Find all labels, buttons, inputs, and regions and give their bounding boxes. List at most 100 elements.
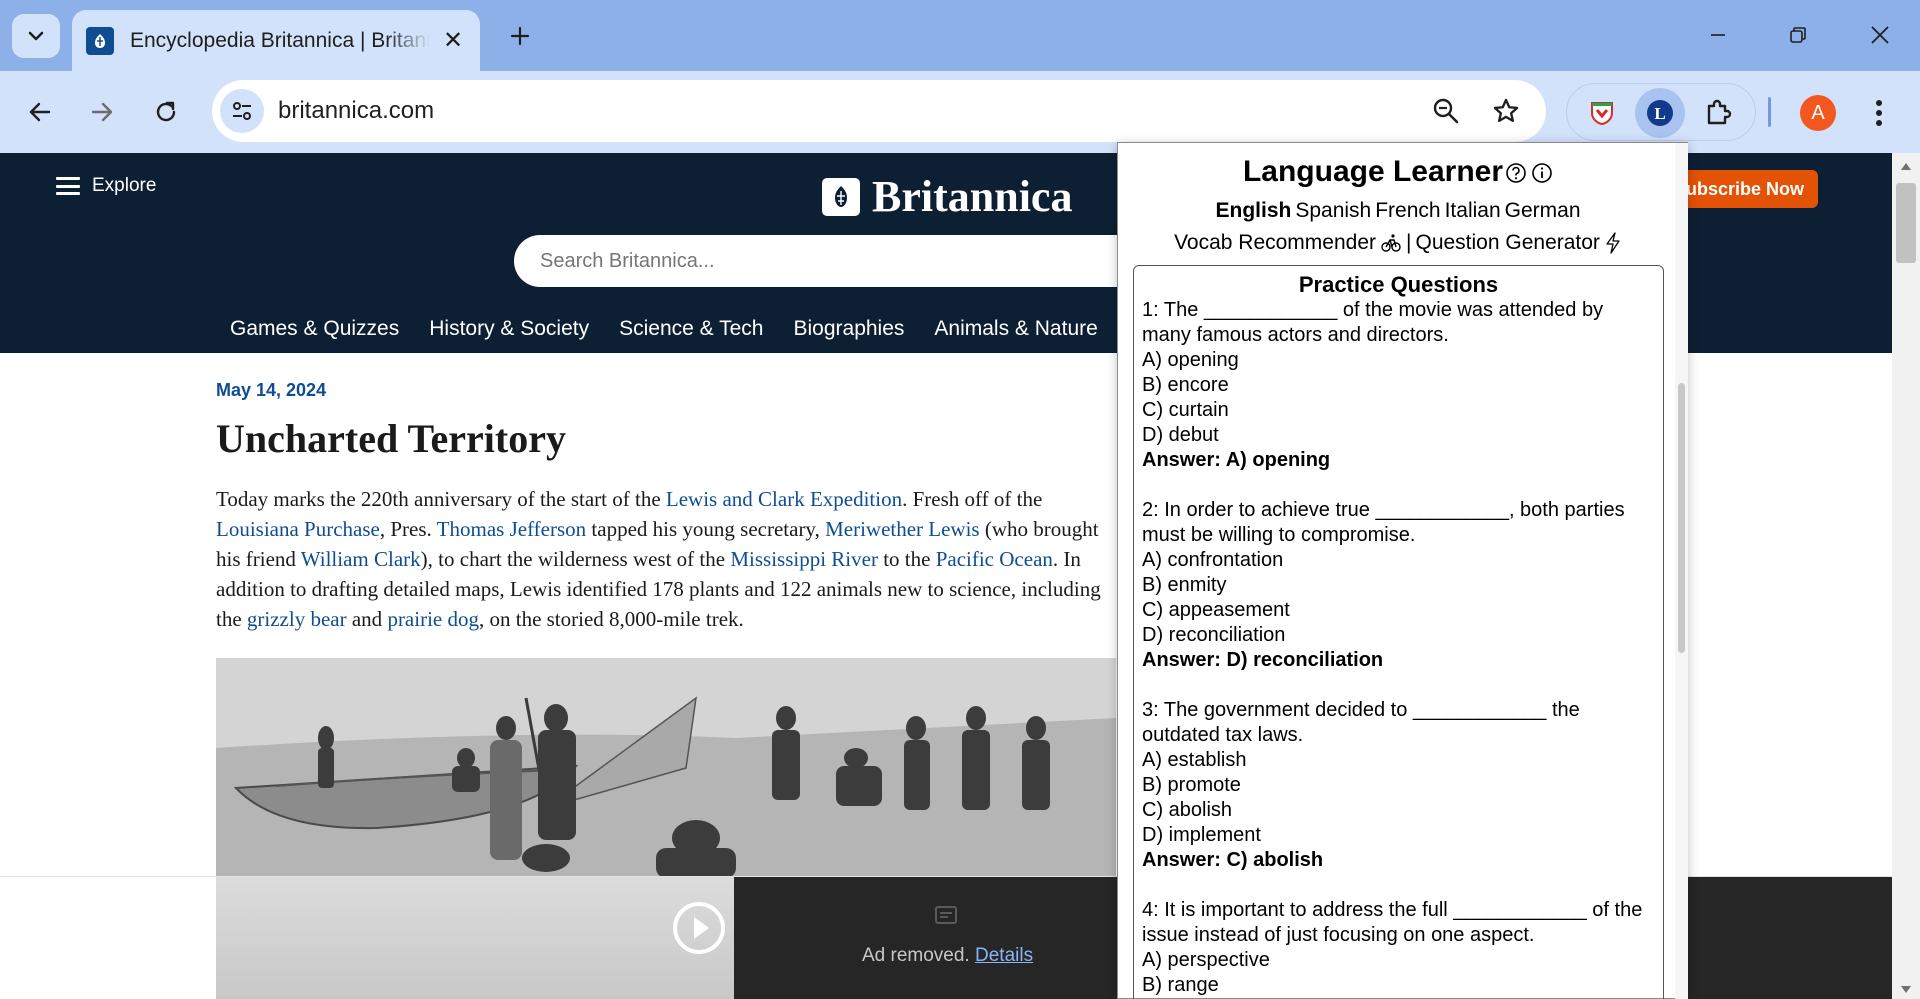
video-thumbnail[interactable] bbox=[216, 877, 734, 999]
nav-science-tech[interactable]: Science & Tech bbox=[619, 317, 763, 341]
tab-title: Encyclopedia Britannica | Britannica bbox=[130, 28, 430, 52]
page-scroll-thumb[interactable] bbox=[1896, 183, 1916, 263]
tab-close-icon[interactable]: ✕ bbox=[440, 26, 466, 55]
puzzle-icon bbox=[1707, 99, 1732, 125]
question-item: 1: The ____________ of the movie was att… bbox=[1142, 298, 1655, 473]
article-text: and bbox=[346, 607, 388, 631]
browser-menu-button[interactable] bbox=[1864, 91, 1894, 135]
answer-option[interactable]: A) confrontation bbox=[1142, 548, 1655, 573]
article-text: to the bbox=[877, 547, 936, 571]
language-option-french[interactable]: French bbox=[1375, 199, 1440, 222]
language-option-german[interactable]: German bbox=[1505, 199, 1581, 222]
article-link[interactable]: Lewis and Clark Expedition bbox=[666, 487, 902, 511]
answer-option[interactable]: B) range bbox=[1142, 973, 1655, 998]
answer-option[interactable]: B) promote bbox=[1142, 773, 1655, 798]
url-text[interactable]: britannica.com bbox=[278, 97, 434, 125]
reload-icon bbox=[156, 101, 176, 122]
reload-button[interactable] bbox=[142, 88, 190, 136]
popup-title-text: Language Learner bbox=[1242, 155, 1504, 188]
article-text: . Fresh off of the bbox=[902, 487, 1043, 511]
new-tab-button[interactable] bbox=[500, 14, 540, 58]
restore-icon bbox=[1790, 27, 1806, 43]
britannica-logo[interactable]: Britannica bbox=[822, 171, 1072, 222]
play-icon[interactable] bbox=[672, 901, 726, 955]
lightning-icon bbox=[1606, 232, 1620, 254]
info-icon[interactable] bbox=[1531, 162, 1553, 184]
page-scrollbar[interactable] bbox=[1892, 153, 1920, 999]
answer-option[interactable]: D) implement bbox=[1142, 823, 1655, 848]
popup-title: Language Learner bbox=[1118, 155, 1678, 189]
answer-option[interactable]: B) encore bbox=[1142, 373, 1655, 398]
answer-option[interactable]: C) curtain bbox=[1142, 398, 1655, 423]
site-search-input[interactable]: Search Britannica... bbox=[514, 235, 1154, 287]
answer-option[interactable]: A) establish bbox=[1142, 748, 1655, 773]
article-headline[interactable]: Uncharted Territory bbox=[216, 415, 1116, 462]
question-list: 1: The ____________ of the movie was att… bbox=[1142, 298, 1655, 998]
zoom-button[interactable] bbox=[1428, 93, 1464, 129]
language-option-italian[interactable]: Italian bbox=[1445, 199, 1501, 222]
explore-menu-button[interactable]: Explore bbox=[56, 175, 156, 197]
article-text: , on the storied 8,000-mile trek. bbox=[478, 607, 744, 631]
close-window-button[interactable] bbox=[1850, 10, 1910, 60]
scroll-up-icon[interactable] bbox=[1900, 161, 1912, 171]
shield-extension-button[interactable] bbox=[1577, 88, 1627, 138]
tune-icon bbox=[233, 102, 251, 120]
profile-avatar[interactable]: A bbox=[1800, 95, 1836, 131]
article-link[interactable]: William Clark bbox=[301, 547, 421, 571]
scroll-down-icon[interactable] bbox=[1900, 985, 1912, 995]
nav-games-quizzes[interactable]: Games & Quizzes bbox=[230, 317, 399, 341]
article-link[interactable]: Pacific Ocean bbox=[936, 547, 1053, 571]
arrow-left-icon bbox=[29, 102, 51, 122]
help-icon[interactable] bbox=[1505, 162, 1527, 184]
nav-history-society[interactable]: History & Society bbox=[429, 317, 589, 341]
question-generator-tab[interactable]: Question Generator bbox=[1415, 231, 1599, 255]
site-info-button[interactable] bbox=[220, 89, 264, 133]
answer-option[interactable]: A) perspective bbox=[1142, 948, 1655, 973]
tool-selector: Vocab Recommender | Question Generator bbox=[1118, 231, 1678, 255]
forward-button[interactable] bbox=[78, 88, 126, 136]
answer-option[interactable]: C) abolish bbox=[1142, 798, 1655, 823]
nav-animals-nature[interactable]: Animals & Nature bbox=[934, 317, 1097, 341]
zoom-out-icon bbox=[1433, 98, 1459, 124]
article-body: Today marks the 220th anniversary of the… bbox=[216, 484, 1116, 634]
tab-search-button[interactable] bbox=[12, 14, 60, 58]
minimize-button[interactable] bbox=[1688, 10, 1748, 60]
ad-removed-text: Ad removed. bbox=[862, 945, 970, 966]
active-tab[interactable]: Encyclopedia Britannica | Britannica ✕ bbox=[72, 10, 480, 71]
language-option-english[interactable]: English bbox=[1216, 199, 1292, 222]
article-link[interactable]: grizzly bear bbox=[247, 607, 347, 631]
language-option-spanish[interactable]: Spanish bbox=[1295, 199, 1371, 222]
answer-option[interactable]: D) debut bbox=[1142, 423, 1655, 448]
hamburger-icon bbox=[56, 177, 80, 195]
article-text: , Pres. bbox=[379, 517, 437, 541]
restore-button[interactable] bbox=[1768, 10, 1828, 60]
article-link[interactable]: Mississippi River bbox=[730, 547, 878, 571]
answer-option[interactable]: A) opening bbox=[1142, 348, 1655, 373]
popup-scroll-thumb[interactable] bbox=[1678, 383, 1685, 653]
thistle-logo-icon bbox=[822, 177, 860, 216]
article-link[interactable]: Meriwether Lewis bbox=[825, 517, 980, 541]
minimize-icon bbox=[1711, 34, 1725, 36]
article-text: ), to chart the wilderness west of the bbox=[420, 547, 731, 571]
article-link[interactable]: Louisiana Purchase bbox=[216, 517, 380, 541]
article-text: tapped his young secretary, bbox=[586, 517, 826, 541]
answer-option[interactable]: C) appeasement bbox=[1142, 598, 1655, 623]
language-learner-extension-button[interactable]: L bbox=[1635, 88, 1685, 138]
popup-scrollbar[interactable] bbox=[1675, 143, 1688, 999]
nav-biographies[interactable]: Biographies bbox=[794, 317, 905, 341]
article-link[interactable]: Thomas Jefferson bbox=[437, 517, 587, 541]
extensions-group: L bbox=[1566, 83, 1756, 141]
answer-option[interactable]: B) enmity bbox=[1142, 573, 1655, 598]
ad-details-link[interactable]: Details bbox=[975, 945, 1033, 966]
article-link[interactable]: prairie dog bbox=[387, 607, 479, 631]
browser-toolbar: britannica.com L A bbox=[0, 71, 1920, 153]
toolbar-divider bbox=[1768, 97, 1771, 127]
back-button[interactable] bbox=[16, 88, 64, 136]
address-bar[interactable]: britannica.com bbox=[212, 80, 1546, 142]
expedition-illustration bbox=[216, 658, 1116, 876]
extensions-menu-button[interactable] bbox=[1693, 88, 1743, 138]
britannica-favicon-icon bbox=[86, 26, 114, 55]
vocab-recommender-tab[interactable]: Vocab Recommender bbox=[1174, 231, 1376, 255]
bookmark-button[interactable] bbox=[1488, 93, 1524, 129]
answer-option[interactable]: D) reconciliation bbox=[1142, 623, 1655, 648]
